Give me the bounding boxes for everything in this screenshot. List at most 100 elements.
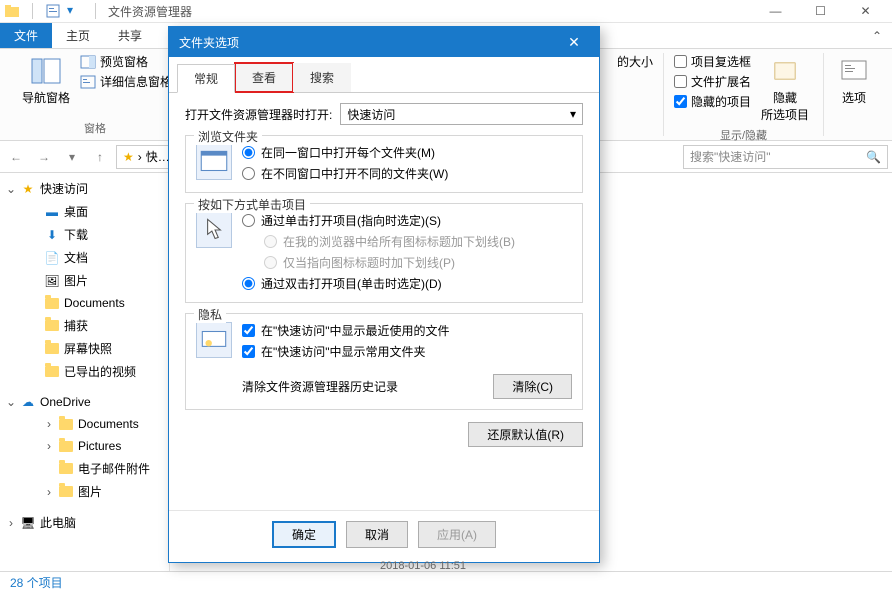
- browse-new-window-radio[interactable]: 在不同窗口中打开不同的文件夹(W): [242, 165, 448, 182]
- crumb-sep: ›: [138, 150, 142, 164]
- tab-file[interactable]: 文件: [0, 23, 52, 48]
- dialog-tabs: 常规 查看 搜索: [169, 57, 599, 93]
- dialog-titlebar: 文件夹选项 ✕: [169, 27, 599, 57]
- tab-search[interactable]: 搜索: [293, 63, 351, 92]
- folder-icon: [58, 416, 74, 432]
- tab-view[interactable]: 查看: [235, 63, 293, 92]
- window-title: 文件资源管理器: [108, 3, 192, 20]
- close-button[interactable]: ✕: [843, 0, 888, 23]
- nav-documents2[interactable]: Documents: [0, 292, 169, 314]
- browse-same-window-radio[interactable]: 在同一窗口中打开每个文件夹(M): [242, 144, 448, 161]
- item-checkboxes-toggle[interactable]: 项目复选框: [674, 53, 751, 70]
- single-click-radio[interactable]: 通过单击打开项目(指向时选定)(S): [242, 212, 515, 229]
- privacy-group: 隐私 在"快速访问"中显示最近使用的文件 在"快速访问"中显示常用文件夹 清除文…: [185, 313, 583, 410]
- quick-access-toolbar: ▾: [4, 3, 102, 19]
- maximize-button[interactable]: ☐: [798, 0, 843, 23]
- nav-pane-label: 导航窗格: [22, 89, 70, 106]
- nav-quick-access[interactable]: ⌄★快速访问: [0, 177, 169, 200]
- nav-onedrive[interactable]: ⌄☁OneDrive: [0, 391, 169, 413]
- restore-defaults-button[interactable]: 还原默认值(R): [468, 422, 583, 447]
- hidden-items-toggle[interactable]: 隐藏的项目: [674, 93, 751, 110]
- search-input[interactable]: 搜索"快速访问" 🔍: [683, 145, 888, 169]
- tab-share[interactable]: 共享: [104, 23, 156, 48]
- privacy-icon: [196, 322, 232, 358]
- titlebar: ▾ 文件资源管理器 — ☐ ✕: [0, 0, 892, 23]
- open-explorer-row: 打开文件资源管理器时打开: 快速访问 ▾: [185, 103, 583, 125]
- nav-downloads[interactable]: ⬇下载: [0, 223, 169, 246]
- explorer-icon: [4, 3, 20, 19]
- minimize-button[interactable]: —: [753, 0, 798, 23]
- window-buttons: — ☐ ✕: [753, 0, 888, 23]
- double-click-radio[interactable]: 通过双击打开项目(单击时选定)(D): [242, 275, 515, 292]
- breadcrumb-label: 快…: [146, 148, 170, 165]
- show-frequent-folders-check[interactable]: 在"快速访问"中显示常用文件夹: [242, 343, 572, 360]
- search-icon: 🔍: [866, 150, 881, 164]
- group-label: 显示/隐藏: [720, 125, 767, 143]
- size-label-partial: 的大小: [617, 53, 653, 70]
- browse-folders-group: 浏览文件夹 在同一窗口中打开每个文件夹(M) 在不同窗口中打开不同的文件夹(W): [185, 135, 583, 193]
- dropdown-icon[interactable]: ▾: [67, 3, 83, 19]
- star-icon: ★: [123, 150, 134, 164]
- tab-general[interactable]: 常规: [177, 64, 235, 93]
- click-items-group: 按如下方式单击项目 通过单击打开项目(指向时选定)(S) 在我的浏览器中给所有图…: [185, 203, 583, 303]
- nav-thispc[interactable]: ›🖥此电脑: [0, 511, 169, 534]
- hide-icon: [769, 55, 801, 87]
- status-text: 28 个项目: [10, 574, 63, 591]
- nav-pictures[interactable]: 🖼图片: [0, 269, 169, 292]
- dialog-title: 文件夹选项: [179, 34, 239, 51]
- show-recent-files-check[interactable]: 在"快速访问"中显示最近使用的文件: [242, 322, 572, 339]
- dialog-close-button[interactable]: ✕: [559, 34, 589, 51]
- options-icon: [838, 55, 870, 87]
- nav-pane-icon: [30, 55, 62, 87]
- nav-od-pictures[interactable]: ›Pictures: [0, 435, 169, 457]
- forward-button[interactable]: →: [32, 145, 56, 169]
- nav-exported[interactable]: 已导出的视频: [0, 360, 169, 383]
- tab-home[interactable]: 主页: [52, 23, 104, 48]
- group-label: [852, 122, 855, 136]
- folder-icon: [58, 461, 74, 477]
- open-explorer-select[interactable]: 快速访问 ▾: [340, 103, 583, 125]
- legend: 浏览文件夹: [194, 128, 262, 145]
- ribbon-group-showhide: 项目复选框 文件扩展名 隐藏的项目 隐藏 所选项目 显示/隐藏: [664, 53, 824, 136]
- star-icon: ★: [20, 181, 36, 197]
- ok-button[interactable]: 确定: [272, 521, 336, 548]
- nav-documents[interactable]: 📄文档: [0, 246, 169, 269]
- separator: [32, 3, 33, 19]
- ribbon-group-options: 选项: [824, 53, 884, 136]
- separator: [95, 3, 96, 19]
- cancel-button[interactable]: 取消: [346, 521, 408, 548]
- properties-icon[interactable]: [45, 3, 61, 19]
- nav-screenshot[interactable]: 屏幕快照: [0, 337, 169, 360]
- ribbon-expand-icon[interactable]: ⌃: [862, 29, 892, 43]
- details-pane-button[interactable]: 详细信息窗格: [80, 73, 172, 90]
- cloud-icon: ☁: [20, 394, 36, 410]
- nav-desktop[interactable]: ▬桌面: [0, 200, 169, 223]
- group-label: 窗格: [84, 118, 106, 136]
- details-icon: [80, 74, 96, 90]
- nav-capture[interactable]: 捕获: [0, 314, 169, 337]
- navigation-pane-button[interactable]: 导航窗格: [18, 53, 74, 108]
- nav-od-pics2[interactable]: ›图片: [0, 480, 169, 503]
- folder-icon: [58, 438, 74, 454]
- nav-od-documents[interactable]: ›Documents: [0, 413, 169, 435]
- options-button[interactable]: 选项: [834, 53, 874, 108]
- preview-pane-button[interactable]: 预览窗格: [80, 53, 172, 70]
- up-button[interactable]: ↑: [88, 145, 112, 169]
- hide-selected-button[interactable]: 隐藏 所选项目: [757, 53, 813, 125]
- browse-icon: [196, 144, 232, 180]
- file-extensions-toggle[interactable]: 文件扩展名: [674, 73, 751, 90]
- history-dropdown[interactable]: ▾: [60, 145, 84, 169]
- apply-button[interactable]: 应用(A): [418, 521, 496, 548]
- search-placeholder: 搜索"快速访问": [690, 148, 771, 165]
- download-icon: ⬇: [44, 227, 60, 243]
- preview-icon: [80, 54, 96, 70]
- folder-icon: [44, 341, 60, 357]
- folder-icon: [44, 295, 60, 311]
- folder-options-dialog: 文件夹选项 ✕ 常规 查看 搜索 打开文件资源管理器时打开: 快速访问 ▾ 浏览…: [168, 26, 600, 563]
- nav-od-mail[interactable]: ›电子邮件附件: [0, 457, 169, 480]
- back-button[interactable]: ←: [4, 145, 28, 169]
- clear-history-button[interactable]: 清除(C): [493, 374, 572, 399]
- pc-icon: 🖥: [20, 515, 36, 531]
- legend: 按如下方式单击项目: [194, 196, 310, 213]
- folder-icon: [44, 318, 60, 334]
